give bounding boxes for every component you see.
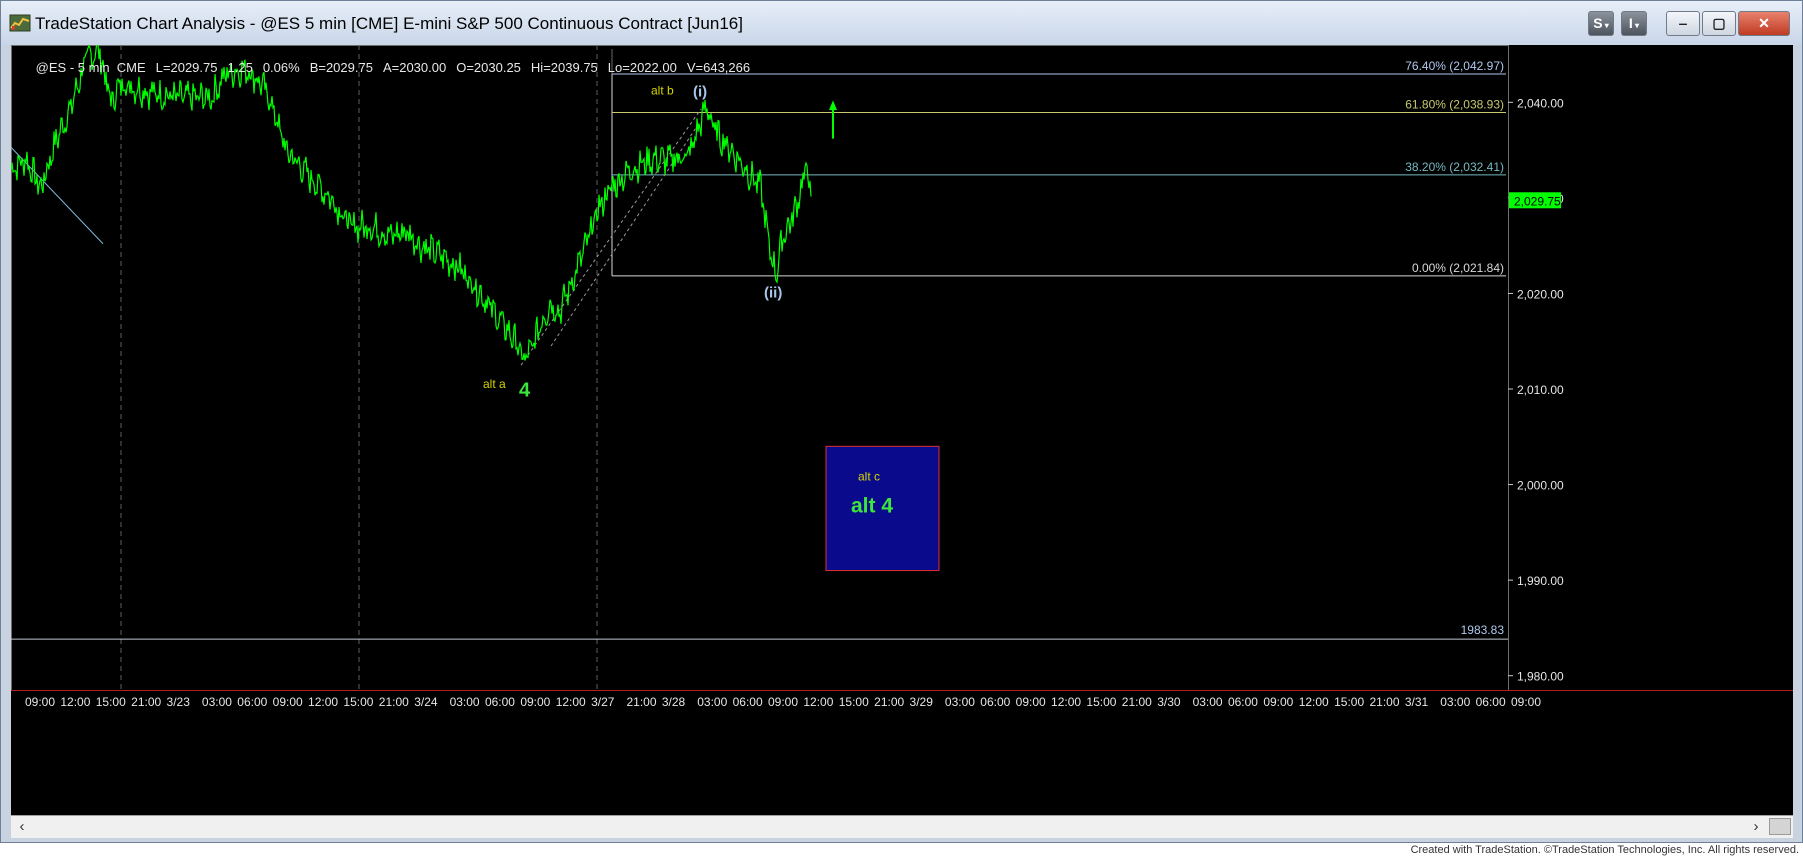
- fib-level-label: 38.20% (2,032.41): [1405, 160, 1504, 174]
- time-axis-label: 12:00: [60, 695, 90, 709]
- time-axis-label: 15:00: [1334, 695, 1364, 709]
- time-axis-label: 21:00: [379, 695, 409, 709]
- wave-label-ii: (ii): [764, 284, 782, 301]
- horizontal-scrollbar[interactable]: ‹ ›: [11, 815, 1793, 838]
- status-last: L=2029.75: [155, 60, 218, 75]
- window-title: TradeStation Chart Analysis - @ES 5 min …: [35, 14, 743, 33]
- status-volume: V=643,266: [686, 60, 751, 75]
- title-bar[interactable]: TradeStation Chart Analysis - @ES 5 min …: [1, 1, 1802, 45]
- wave-label-alt-a: alt a: [483, 377, 506, 391]
- time-axis-label: 12:00: [308, 695, 338, 709]
- time-axis-label: 03:00: [202, 695, 232, 709]
- status-symbol: @ES - 5 min CME: [35, 60, 146, 75]
- fib-level-label: 61.80% (2,038.93): [1405, 98, 1504, 112]
- channel-line: [520, 108, 702, 366]
- time-axis-label: 21:00: [1122, 695, 1152, 709]
- price-tick-label: 2,020.00: [1517, 287, 1564, 301]
- time-axis-label: 09:00: [1511, 695, 1541, 709]
- time-axis-label: 09:00: [1263, 695, 1293, 709]
- status-pct: 0.06%: [262, 60, 300, 75]
- chart-app-icon: [9, 14, 31, 32]
- time-axis-label: 09:00: [273, 695, 303, 709]
- time-axis-label: 3/31: [1405, 695, 1429, 709]
- plot-border: [11, 45, 1509, 691]
- time-axis-label: 21:00: [874, 695, 904, 709]
- time-axis-label: 3/27: [591, 695, 615, 709]
- price-tick-label: 1,990.00: [1517, 574, 1564, 588]
- last-price-label: 2,029.75: [1514, 194, 1561, 208]
- time-axis-label: 03:00: [945, 695, 975, 709]
- up-arrow-head-icon: [829, 100, 837, 110]
- time-axis-label: 03:00: [697, 695, 727, 709]
- price-tick-label: 2,040.00: [1517, 96, 1564, 110]
- time-axis-label: 21:00: [131, 695, 161, 709]
- time-axis-label: 06:00: [1228, 695, 1258, 709]
- time-axis-label: 03:00: [450, 695, 480, 709]
- time-axis-label: 06:00: [980, 695, 1010, 709]
- time-axis-label: 06:00: [485, 695, 515, 709]
- price-tick-label: 2,010.00: [1517, 383, 1564, 397]
- time-axis-label: 06:00: [237, 695, 267, 709]
- scroll-right-icon[interactable]: ›: [1747, 818, 1765, 836]
- time-axis-label: 3/28: [662, 695, 686, 709]
- wave-label-alt-4: alt 4: [851, 494, 893, 517]
- time-axis-label: 03:00: [1440, 695, 1470, 709]
- s-menu-button[interactable]: S ▾: [1588, 11, 1614, 36]
- wave-label-alt-c: alt c: [858, 470, 880, 484]
- time-axis-label: 3/24: [414, 695, 438, 709]
- status-bid: B=2029.75: [309, 60, 373, 75]
- fib-level-label: 76.40% (2,042.97): [1405, 59, 1504, 73]
- status-change: 1.25: [227, 60, 253, 75]
- chart-window: TradeStation Chart Analysis - @ES 5 min …: [0, 0, 1803, 843]
- i-menu-button[interactable]: I ▾: [1621, 11, 1647, 36]
- price-chart[interactable]: 2,040.002,030.002,020.002,010.002,000.00…: [11, 45, 1793, 815]
- time-axis-label: 06:00: [1476, 695, 1506, 709]
- time-axis-label: 12:00: [1299, 695, 1329, 709]
- price-series: [11, 45, 812, 361]
- time-axis-label: 03:00: [1193, 695, 1223, 709]
- status-high: Hi=2039.75: [530, 60, 598, 75]
- scroll-left-icon[interactable]: ‹: [13, 818, 31, 836]
- time-axis-label: 12:00: [803, 695, 833, 709]
- close-icon: ✕: [1758, 15, 1770, 31]
- status-ask: A=2030.00: [382, 60, 447, 75]
- time-axis-label: 15:00: [96, 695, 126, 709]
- time-axis-label: 21:00: [626, 695, 656, 709]
- restore-button[interactable]: ▢: [1702, 11, 1736, 36]
- restore-icon: ▢: [1712, 15, 1726, 31]
- time-axis-label: 15:00: [1086, 695, 1116, 709]
- time-axis-label: 12:00: [556, 695, 586, 709]
- status-open: O=2030.25: [456, 60, 521, 75]
- support-line-label: 1983.83: [1461, 623, 1505, 637]
- time-axis-label: 09:00: [768, 695, 798, 709]
- price-tick-label: 1,980.00: [1517, 670, 1564, 684]
- time-axis-label: 06:00: [733, 695, 763, 709]
- status-line: @ES - 5 min CME L=2029.75 1.25 0.06% B=2029.…: [14, 45, 760, 90]
- time-axis-label: 09:00: [25, 695, 55, 709]
- time-axis-label: 3/23: [167, 695, 191, 709]
- time-axis-label: 15:00: [343, 695, 373, 709]
- minimize-icon: ‒: [1679, 15, 1687, 31]
- time-axis-label: 12:00: [1051, 695, 1081, 709]
- chart-canvas[interactable]: 2,040.002,030.002,020.002,010.002,000.00…: [11, 45, 1793, 815]
- close-button[interactable]: ✕: [1738, 11, 1790, 36]
- time-axis-label: 15:00: [839, 695, 869, 709]
- time-axis-label: 09:00: [520, 695, 550, 709]
- time-axis-label: 3/29: [910, 695, 934, 709]
- footer-credit: Created with TradeStation. ©TradeStation…: [1410, 844, 1799, 856]
- minimize-button[interactable]: ‒: [1666, 11, 1700, 36]
- scroll-thumb[interactable]: [1769, 818, 1791, 835]
- time-axis-label: 09:00: [1016, 695, 1046, 709]
- time-axis-label: 3/30: [1157, 695, 1181, 709]
- status-low: Lo=2022.00: [607, 60, 677, 75]
- price-tick-label: 2,000.00: [1517, 479, 1564, 493]
- time-axis-label: 21:00: [1369, 695, 1399, 709]
- wave-label-4: 4: [519, 380, 531, 402]
- fib-level-label: 0.00% (2,021.84): [1412, 261, 1504, 275]
